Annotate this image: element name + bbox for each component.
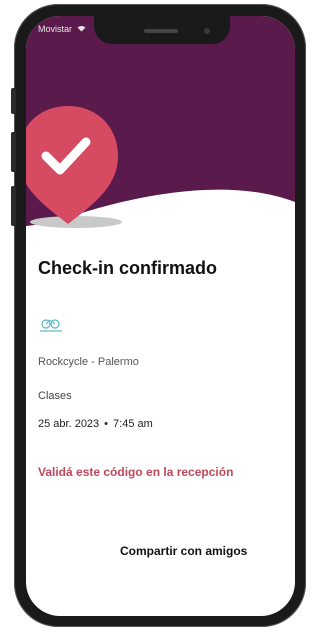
class-datetime: 25 abr. 2023 • 7:45 am [38, 418, 153, 430]
phone-silent-switch [11, 88, 16, 114]
wifi-icon [77, 26, 86, 32]
venue-name: Rockcycle - Palermo [38, 356, 139, 368]
class-date: 25 abr. 2023 [38, 418, 100, 430]
check-location-pin-icon [26, 106, 122, 228]
class-category: Clases [38, 390, 72, 402]
status-bar: Movistar [38, 24, 86, 34]
front-camera [204, 28, 210, 34]
speaker-grill [144, 29, 178, 33]
phone-volume-up [11, 132, 16, 172]
app-screen: Movistar Check-in confirmado Rockcycle -… [26, 16, 295, 616]
rockcycle-logo [40, 319, 62, 332]
phone-volume-down [11, 186, 16, 226]
carrier-label: Movistar [38, 24, 73, 34]
datetime-separator: • [104, 418, 109, 430]
validate-code-message: Validá este código en la recepción [38, 465, 234, 479]
class-time: 7:45 am [113, 418, 153, 430]
checkin-title: Check-in confirmado [38, 258, 218, 278]
share-with-friends-button[interactable]: Compartir con amigos [120, 544, 247, 558]
